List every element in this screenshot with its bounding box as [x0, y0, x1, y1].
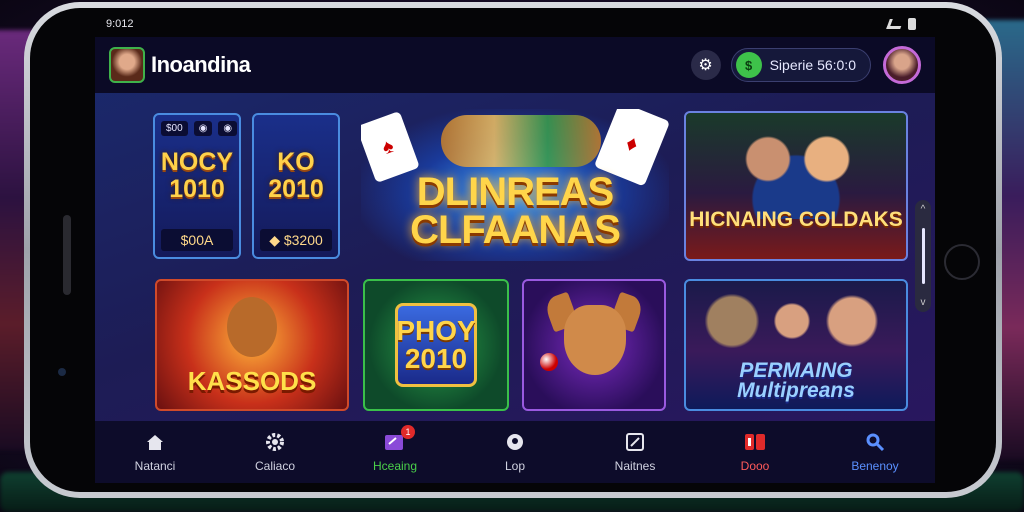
- game-tile-nocy[interactable]: $00 ◉ ◉ NOCY 1010 $00A: [153, 113, 241, 259]
- search-icon: [864, 431, 886, 453]
- game-tile-phoy[interactable]: PHOY 2010: [363, 279, 509, 411]
- game-price: $00A: [161, 229, 233, 251]
- mascot-character: [227, 297, 277, 357]
- ball-icon: [540, 353, 558, 371]
- game-tile-dog[interactable]: [522, 279, 666, 411]
- game-title: PERMAING Multipreans: [737, 359, 855, 402]
- scroll-thumb[interactable]: [921, 228, 925, 284]
- nav-label: Lop: [504, 459, 526, 473]
- camera-icon: [58, 368, 66, 376]
- nav-label: Caliaco: [254, 459, 296, 473]
- tile-tags: $00 ◉ ◉: [161, 121, 238, 136]
- game-tile-ko[interactable]: KO 2010 ◆ $3200: [252, 113, 340, 259]
- home-button[interactable]: [944, 244, 980, 280]
- app-screen: Inoandina ⚙ $ Siperie 56:0:0 $00 ◉ ◉ NOC…: [95, 37, 935, 483]
- dog-mascot: [564, 305, 626, 375]
- nav-label: Hceaing: [372, 459, 418, 473]
- gear-icon[interactable]: ⚙: [690, 50, 721, 80]
- game-title: KASSODS: [187, 366, 317, 396]
- deck-icon: [744, 431, 766, 453]
- chat-icon: [504, 431, 526, 453]
- nav-label: Naitnes: [614, 459, 656, 473]
- game-characters: [726, 119, 866, 219]
- nav-item-benenoy[interactable]: Benenoy: [825, 431, 925, 473]
- nav-item-hceaing[interactable]: 1 Hceaing: [345, 425, 445, 473]
- game-title: PHOY 2010: [396, 315, 476, 374]
- username: Inoandina: [151, 52, 251, 77]
- tile-tag: ◉: [218, 121, 238, 136]
- nav-item-naitnes[interactable]: Naitnes: [585, 431, 685, 473]
- chevron-up-icon[interactable]: ^: [921, 204, 926, 215]
- status-bar: 9:012: [106, 16, 916, 32]
- nav-label: Benenoy: [851, 459, 899, 473]
- game-tile-featured-hero[interactable]: ♠ ♦ DLINREAS CLFAANAS: [361, 109, 669, 261]
- game-title: NOCY 1010: [160, 148, 234, 203]
- profile-avatar[interactable]: [883, 46, 921, 84]
- nav-item-caliaco[interactable]: Caliaco: [225, 431, 325, 473]
- notification-badge: 1: [401, 425, 415, 439]
- status-time: 9:012: [106, 18, 134, 30]
- coin-icon: $: [735, 52, 762, 78]
- nav-label: Natanci: [134, 459, 176, 473]
- nav-item-lop[interactable]: Lop: [465, 431, 565, 473]
- bottom-navigation: Natanci Caliaco 1 Hceaing Lop Naitnes Do…: [95, 421, 935, 483]
- tile-tag: ◉: [193, 121, 213, 136]
- game-characters: [696, 289, 896, 369]
- game-title: HICNAING COLDAKS: [689, 208, 903, 231]
- game-tile-multiplayer[interactable]: PERMAING Multipreans: [684, 279, 908, 411]
- balance-pill[interactable]: $ Siperie 56:0:0: [730, 48, 871, 82]
- battery-icon: [908, 18, 916, 30]
- gear-icon: [264, 431, 286, 453]
- cards-icon: [624, 431, 646, 453]
- phone-bezel: 9:012 Inoandina ⚙ $ Siperie 56:0:0 $00 ◉…: [30, 8, 996, 492]
- status-icons: [886, 18, 916, 30]
- game-tile-kassods[interactable]: KASSODS: [155, 279, 349, 411]
- signal-icon: [886, 19, 904, 29]
- tile-tag: $00: [161, 121, 188, 136]
- balance-text: Siperie 56:0:0: [769, 57, 856, 73]
- nav-item-natanci[interactable]: Natanci: [105, 431, 205, 473]
- game-title: KO 2010: [268, 148, 324, 203]
- scrollbar[interactable]: ^ v: [915, 200, 931, 312]
- side-button: [63, 215, 71, 295]
- user-avatar[interactable]: [109, 47, 145, 83]
- chevron-down-icon[interactable]: v: [921, 297, 926, 308]
- nav-label: Dooo: [740, 459, 770, 473]
- phone-frame: 9:012 Inoandina ⚙ $ Siperie 56:0:0 $00 ◉…: [24, 2, 1002, 498]
- game-price: ◆ $3200: [260, 229, 332, 251]
- nav-item-dooo[interactable]: Dooo: [705, 431, 805, 473]
- mascot-characters: [441, 115, 601, 167]
- game-tile-feature[interactable]: HICNAING COLDAKS: [684, 111, 908, 261]
- game-title: DLINREAS CLFAANAS: [410, 170, 621, 252]
- top-bar: Inoandina ⚙ $ Siperie 56:0:0: [95, 37, 935, 93]
- home-icon: [144, 431, 166, 453]
